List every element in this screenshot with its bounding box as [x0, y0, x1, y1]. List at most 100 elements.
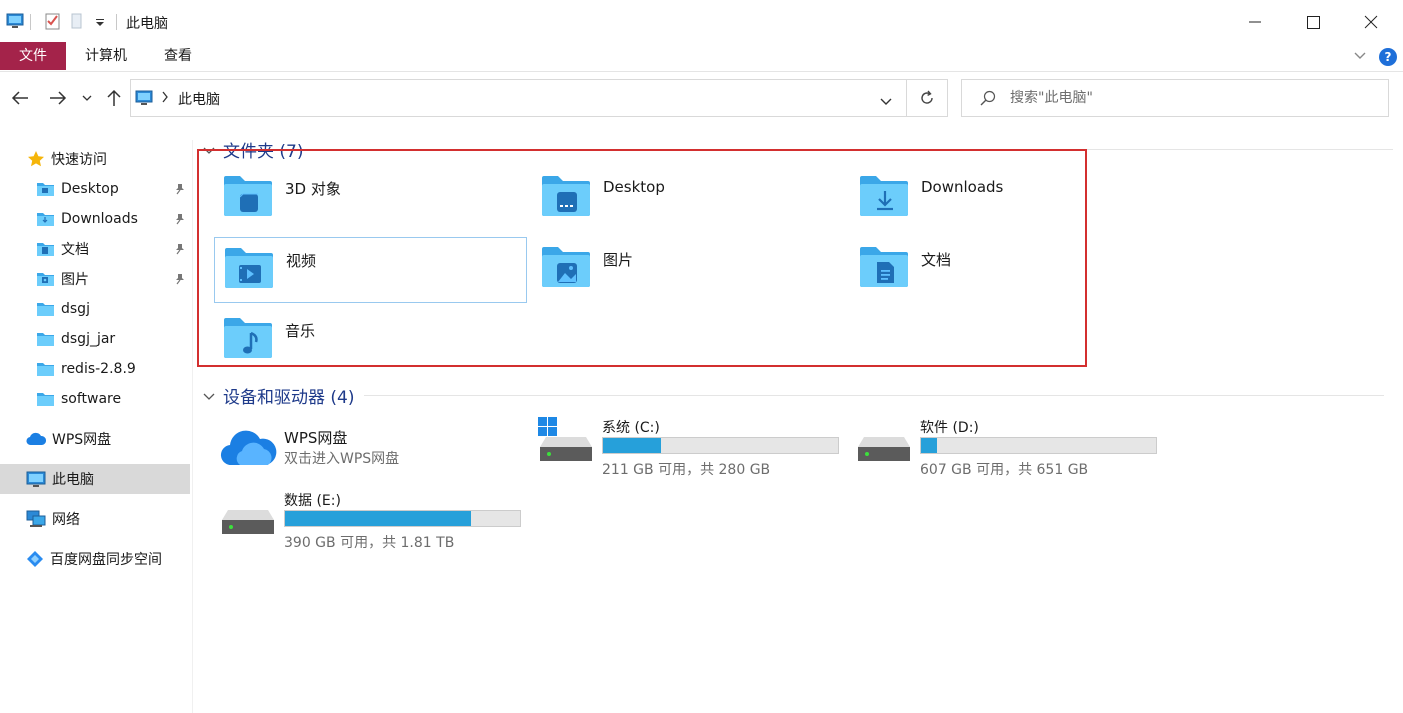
folder-label: 3D 对象 — [285, 180, 341, 198]
minimize-button[interactable] — [1226, 0, 1284, 44]
folder-tile[interactable]: 3D 对象 — [214, 166, 527, 232]
sidebar-item-label: redis-2.8.9 — [61, 361, 136, 377]
help-icon[interactable]: ? — [1379, 48, 1397, 66]
wps-cloud-tile[interactable]: WPS网盘 双击进入WPS网盘 — [220, 427, 540, 493]
folder-icon — [36, 301, 55, 317]
folder-label: 音乐 — [285, 322, 316, 340]
maximize-button[interactable] — [1284, 0, 1342, 44]
pin-icon[interactable] — [174, 243, 186, 259]
sidebar-item-this-pc[interactable]: 此电脑 — [0, 464, 190, 494]
desktop-folder-icon — [36, 181, 55, 197]
sidebar-item-label: WPS网盘 — [52, 432, 112, 448]
refresh-button[interactable] — [907, 79, 948, 117]
group-header-folders[interactable]: 文件夹 (7) — [203, 137, 1394, 162]
downloads-folder-icon — [36, 211, 55, 227]
sidebar-item--[interactable]: 图片 — [0, 264, 190, 294]
search-icon — [980, 90, 996, 110]
drive-name: WPS网盘 — [284, 429, 348, 447]
window-title: 此电脑 — [126, 16, 168, 32]
group-title: 设备和驱动器 (4) — [223, 388, 355, 408]
tab-file[interactable]: 文件 — [0, 42, 66, 70]
drive-subtitle: 双击进入WPS网盘 — [284, 451, 400, 467]
forward-arrow-icon — [50, 91, 67, 105]
sidebar-item-baidu[interactable]: 百度网盘同步空间 — [0, 544, 190, 574]
ribbon-tabs: 文件 计算机 查看 ? — [0, 42, 1403, 72]
folder-tile[interactable]: 文档 — [850, 237, 1163, 303]
drive-tile[interactable]: 系统 (C:) 211 GB 可用，共 280 GB — [538, 417, 858, 483]
group-divider — [313, 149, 1394, 150]
group-header-drives[interactable]: 设备和驱动器 (4) — [203, 383, 1385, 408]
address-bar[interactable]: 此电脑 — [130, 79, 907, 117]
up-button[interactable] — [103, 88, 125, 108]
pin-icon[interactable] — [174, 213, 186, 229]
drive-usage-bar — [284, 510, 521, 527]
customize-quick-access-icon[interactable] — [95, 16, 105, 32]
sidebar-item--[interactable]: 文档 — [0, 234, 190, 264]
sidebar-item-label: 此电脑 — [52, 472, 94, 488]
sidebar-item-redis-2-8-9[interactable]: redis-2.8.9 — [0, 354, 190, 384]
sidebar-item-label: Desktop — [61, 181, 119, 197]
title-bar: 此电脑 — [0, 0, 1403, 44]
folder-tile[interactable]: Downloads — [850, 166, 1163, 232]
folder-label: Desktop — [603, 178, 665, 196]
documents-folder-icon — [36, 241, 55, 257]
sidebar-item-downloads[interactable]: Downloads — [0, 204, 190, 234]
back-arrow-icon — [11, 91, 28, 105]
baidu-netdisk-icon — [26, 550, 44, 568]
expand-ribbon-icon[interactable] — [1353, 48, 1367, 66]
drive-name: 系统 (C:) — [602, 420, 660, 436]
sidebar-item-label: dsgj_jar — [61, 331, 116, 347]
folder-tile[interactable]: 音乐 — [214, 308, 527, 374]
pictures-folder-icon — [36, 271, 55, 287]
drive-tile[interactable]: 数据 (E:) 390 GB 可用，共 1.81 TB — [220, 490, 540, 556]
drive-usage-bar — [920, 437, 1157, 454]
chevron-down-icon — [82, 95, 92, 101]
folder-label: 图片 — [603, 251, 634, 269]
downloads-folder-icon — [858, 174, 910, 222]
3d-objects-folder-icon — [222, 174, 274, 222]
this-pc-icon — [135, 89, 153, 111]
sidebar-item-dsgj-jar[interactable]: dsgj_jar — [0, 324, 190, 354]
sidebar-item-wps[interactable]: WPS网盘 — [0, 424, 190, 454]
sidebar-item-dsgj[interactable]: dsgj — [0, 294, 190, 324]
close-button[interactable] — [1342, 0, 1400, 44]
folder-label: Downloads — [921, 178, 1004, 196]
maximize-icon — [1306, 15, 1320, 29]
search-box[interactable] — [961, 79, 1389, 117]
drive-free-space: 390 GB 可用，共 1.81 TB — [284, 535, 455, 551]
drive-name: 数据 (E:) — [284, 493, 341, 509]
properties-icon[interactable] — [44, 12, 62, 34]
music-folder-icon — [222, 316, 274, 364]
pin-icon[interactable] — [174, 273, 186, 289]
back-button[interactable] — [9, 88, 31, 108]
folder-tile[interactable]: 视频 — [214, 237, 527, 303]
drive-tile[interactable]: 软件 (D:) 607 GB 可用，共 651 GB — [856, 417, 1176, 483]
new-folder-icon[interactable] — [70, 12, 84, 34]
breadcrumb-this-pc[interactable]: 此电脑 — [178, 89, 220, 109]
tab-computer[interactable]: 计算机 — [70, 42, 142, 70]
tab-view[interactable]: 查看 — [146, 42, 210, 70]
sidebar-item-label: Downloads — [61, 211, 138, 227]
address-dropdown-icon[interactable] — [880, 94, 892, 110]
refresh-icon — [921, 90, 933, 104]
forward-button[interactable] — [47, 88, 69, 108]
navigation-pane: 快速访问 Desktop Downloads 文档 图片 dsgj dsgj_jarred… — [0, 140, 193, 713]
hard-drive-icon — [856, 417, 912, 467]
folder-icon — [36, 331, 55, 347]
drive-usage-fill — [921, 438, 937, 453]
sidebar-item-desktop[interactable]: Desktop — [0, 174, 190, 204]
sidebar-item-quick-access[interactable]: 快速访问 — [0, 144, 190, 174]
pin-icon[interactable] — [174, 183, 186, 199]
sidebar-item-network[interactable]: 网络 — [0, 504, 190, 534]
folder-tile[interactable]: Desktop — [532, 166, 845, 232]
minimize-icon — [1249, 21, 1261, 23]
breadcrumb-separator-icon[interactable] — [161, 91, 169, 107]
sidebar-item-label: 百度网盘同步空间 — [50, 552, 162, 568]
folder-tile[interactable]: 图片 — [532, 237, 845, 303]
recent-locations-button[interactable] — [79, 88, 95, 108]
sidebar-item-label: 网络 — [52, 512, 80, 528]
sidebar-item-software[interactable]: software — [0, 384, 190, 414]
search-input[interactable] — [1010, 88, 1370, 108]
drive-usage-fill — [285, 511, 471, 526]
desktop-folder-icon — [540, 174, 592, 222]
